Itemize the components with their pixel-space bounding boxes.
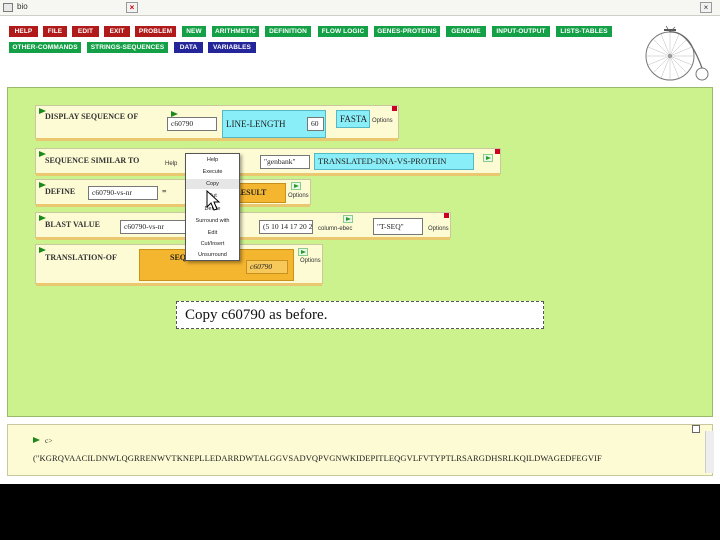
blast-result-arg[interactable]: c60790-vs-nr [120, 220, 188, 234]
minimize-pane-icon[interactable] [692, 425, 700, 433]
translated-dna-option[interactable]: TRANSLATED-DNA-VS-PROTEIN [314, 153, 474, 170]
menu-lists-tables[interactable]: LISTS-TABLES [556, 26, 612, 37]
close-icon[interactable]: × [126, 2, 138, 13]
row-underline [36, 138, 398, 141]
variable-name-arg[interactable]: c60790-vs-nr [88, 186, 158, 200]
ctx-cut-insert[interactable]: Cut/Insert [186, 239, 239, 249]
bicycle-logo [645, 25, 709, 81]
comment-box[interactable]: Copy c60790 as before. [176, 301, 544, 329]
mouse-cursor-icon [206, 190, 221, 211]
line-length-value[interactable]: 60 [307, 117, 324, 131]
options-label[interactable]: Options [288, 193, 309, 199]
ctx-help[interactable]: Help [186, 155, 239, 165]
row-underline [36, 173, 500, 176]
row-underline [36, 283, 322, 286]
options-label[interactable]: Options [428, 226, 449, 232]
keyword-define: DEFINE [45, 187, 76, 196]
options-label[interactable]: Options [300, 258, 321, 264]
window-close-button[interactable]: × [700, 2, 712, 13]
ctx-edit[interactable]: Edit [186, 228, 239, 238]
row-underline [36, 204, 310, 207]
column-label: column-ebec [318, 226, 353, 232]
sequence-value[interactable]: c60790 [246, 260, 288, 274]
output-scrollbar[interactable] [705, 431, 714, 473]
row-underline [36, 237, 450, 240]
display-sequence-row[interactable]: DISPLAY SEQUENCE OF c60790 LINE-LENGTH 6… [35, 105, 399, 141]
keyword-translation-of: TRANSLATION-OF [45, 253, 117, 262]
close-icon[interactable] [495, 149, 500, 154]
keyword-display-sequence: DISPLAY SEQUENCE OF [45, 112, 139, 121]
t-seq-arg[interactable]: "T-SEQ" [373, 218, 423, 235]
ctx-surround-with[interactable]: Surround with [186, 216, 239, 226]
menu-other-commands[interactable]: OTHER-COMMANDS [9, 42, 81, 53]
go-icon[interactable] [291, 182, 301, 190]
sequence-similar-row[interactable]: SEQUENCE SIMILAR TO Help "genbank" TRANS… [35, 148, 501, 176]
equals-sign: = [162, 187, 167, 196]
menu-file[interactable]: FILE [43, 26, 67, 37]
help-label[interactable]: Help [165, 161, 177, 167]
output-pane[interactable]: c> ("KGRQVAACILDNWLQGRRENWVTKNEPLLEDARRD… [7, 424, 714, 476]
go-icon[interactable] [483, 154, 493, 162]
title-bar: bio × × [0, 0, 720, 16]
sequence-arg[interactable]: c60790 [167, 117, 217, 131]
menu-flow-logic[interactable]: FLOW LOGIC [318, 26, 368, 37]
menu-definition[interactable]: DEFINITION [265, 26, 311, 37]
menu-data[interactable]: DATA [174, 42, 203, 53]
go-icon[interactable] [298, 248, 308, 256]
app-window: bio × × HELP FILE EDIT EXIT PROBLEM NEW … [0, 0, 720, 484]
menu-genome[interactable]: GENOME [446, 26, 486, 37]
menu-help[interactable]: HELP [9, 26, 38, 37]
ctx-copy[interactable]: Copy [186, 179, 239, 189]
menu-arithmetic[interactable]: ARITHMETIC [212, 26, 259, 37]
app-icon [3, 3, 13, 12]
go-icon[interactable] [343, 215, 353, 223]
menu-input-output[interactable]: INPUT-OUTPUT [492, 26, 550, 37]
close-icon[interactable] [444, 213, 449, 218]
translation-of-row[interactable]: TRANSLATION-OF SEQUENCE c60790 Options [35, 244, 323, 286]
menu-new[interactable]: NEW [182, 26, 206, 37]
blast-value-row[interactable]: BLAST VALUE c60790-vs-nr (5 10 14 17 20 … [35, 212, 451, 240]
close-icon[interactable] [392, 106, 397, 111]
output-flag-icon [33, 437, 40, 443]
menu-problem[interactable]: PROBLEM [135, 26, 176, 37]
workspace[interactable]: DISPLAY SEQUENCE OF c60790 LINE-LENGTH 6… [7, 87, 713, 417]
output-prompt: c> [45, 436, 53, 445]
options-label[interactable]: Options [372, 118, 393, 124]
database-arg[interactable]: "genbank" [260, 155, 310, 169]
column-list-arg[interactable]: (5 10 14 17 20 23) [259, 220, 313, 234]
menu-variables[interactable]: VARIABLES [208, 42, 256, 53]
menu-genes-proteins[interactable]: GENES-PROTEINS [374, 26, 440, 37]
menu-strings-sequences[interactable]: STRINGS-SEQUENCES [87, 42, 168, 53]
menu-exit[interactable]: EXIT [104, 26, 130, 37]
menu-edit[interactable]: EDIT [72, 26, 99, 37]
fasta-option[interactable]: FASTA [336, 110, 370, 128]
define-row[interactable]: DEFINE c60790-vs-nr = RESULT Options [35, 179, 311, 207]
output-sequence: ("KGRQVAACILDNWLQGRRENWVTKNEPLLEDARRDWTA… [33, 453, 602, 463]
window-title: bio [17, 2, 28, 11]
keyword-sequence-similar: SEQUENCE SIMILAR TO [45, 156, 140, 165]
keyword-blast-value: BLAST VALUE [45, 220, 100, 229]
ctx-unsurround[interactable]: Unsurround [186, 250, 239, 260]
screen: bio × × HELP FILE EDIT EXIT PROBLEM NEW … [0, 0, 720, 540]
ctx-execute[interactable]: Execute [186, 167, 239, 177]
